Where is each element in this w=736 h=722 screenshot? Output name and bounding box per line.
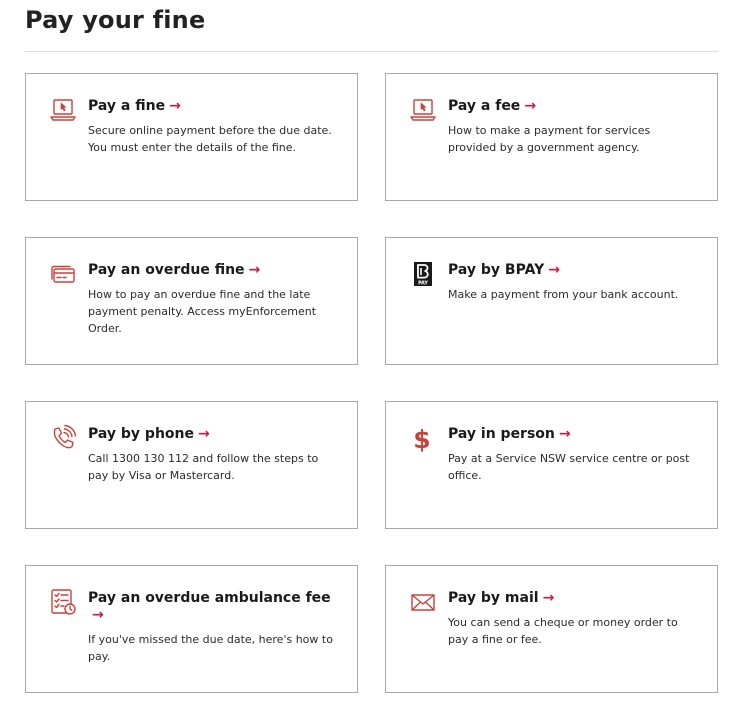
title-divider — [25, 51, 718, 52]
laptop-cursor-icon — [49, 96, 77, 124]
arrow-right-icon: → — [198, 426, 210, 442]
card-description: How to make a payment for services provi… — [448, 124, 651, 154]
card-description: Make a payment from your bank account. — [448, 288, 679, 301]
card-title-text[interactable]: Pay by phone — [88, 426, 194, 442]
card-pay-in-person[interactable]: $ Pay in person → Pay at a Service NSW se… — [385, 401, 718, 529]
card-description: How to pay an overdue fine and the late … — [88, 288, 317, 335]
card-pay-a-fine[interactable]: Pay a fine → Secure online payment before… — [25, 73, 358, 201]
card-description: If you've missed the due date, here's ho… — [88, 633, 333, 663]
envelope-icon — [409, 588, 437, 616]
credit-card-icon — [49, 260, 77, 288]
card-title-text[interactable]: Pay by BPAY — [448, 262, 544, 278]
checklist-clock-icon — [49, 588, 77, 616]
card-title[interactable]: Pay a fine → — [88, 98, 343, 115]
card-pay-by-mail[interactable]: Pay by mail → You can send a cheque or mo… — [385, 565, 718, 693]
card-title[interactable]: Pay an overdue ambulance fee → — [88, 590, 343, 624]
card-title[interactable]: Pay by phone → — [88, 426, 343, 443]
svg-text:PAY: PAY — [418, 280, 428, 286]
arrow-right-icon: → — [248, 262, 261, 278]
card-title-text[interactable]: Pay by mail — [448, 590, 539, 606]
card-pay-an-overdue-fine[interactable]: Pay an overdue fine → How to pay an overd… — [25, 237, 358, 365]
laptop-cursor-icon — [409, 96, 437, 124]
arrow-right-icon: → — [524, 98, 537, 114]
bpay-logo-icon: PAY — [409, 260, 437, 288]
svg-text:$: $ — [413, 425, 430, 452]
arrow-right-icon: → — [169, 98, 181, 114]
card-title[interactable]: Pay in person → — [448, 426, 703, 443]
phone-ringing-icon — [49, 424, 77, 452]
card-title-text[interactable]: Pay in person — [448, 426, 555, 442]
card-title[interactable]: Pay an overdue fine → — [88, 262, 343, 279]
arrow-right-icon: → — [558, 426, 571, 442]
card-pay-by-bpay[interactable]: PAY Pay by BPAY → Make a payment from you… — [385, 237, 718, 365]
card-title[interactable]: Pay by mail → — [448, 590, 703, 607]
arrow-right-icon: → — [542, 590, 555, 606]
page-title: Pay your fine — [25, 6, 206, 34]
card-pay-an-overdue-ambulance-fee[interactable]: Pay an overdue ambulance fee → If you've… — [25, 565, 358, 693]
card-description: Pay at a Service NSW service centre or p… — [448, 452, 690, 482]
card-description: Call 1300 130 112 and follow the steps t… — [88, 452, 319, 482]
card-title-text[interactable]: Pay a fine — [88, 98, 165, 114]
card-title-text[interactable]: Pay an overdue ambulance fee — [88, 590, 331, 606]
card-title[interactable]: Pay a fee → — [448, 98, 703, 115]
arrow-right-icon: → — [548, 262, 560, 278]
card-pay-by-phone[interactable]: Pay by phone → Call 1300 130 112 and foll… — [25, 401, 358, 529]
card-description: You can send a cheque or money order to … — [448, 616, 678, 646]
dollar-sign-icon: $ — [409, 424, 437, 452]
card-description: Secure online payment before the due dat… — [88, 124, 332, 154]
card-title[interactable]: Pay by BPAY → — [448, 262, 703, 279]
arrow-right-icon: → — [92, 607, 104, 623]
card-title-text[interactable]: Pay a fee — [448, 98, 520, 114]
card-pay-a-fee[interactable]: Pay a fee → How to make a payment for ser… — [385, 73, 718, 201]
card-title-text[interactable]: Pay an overdue fine — [88, 262, 245, 278]
